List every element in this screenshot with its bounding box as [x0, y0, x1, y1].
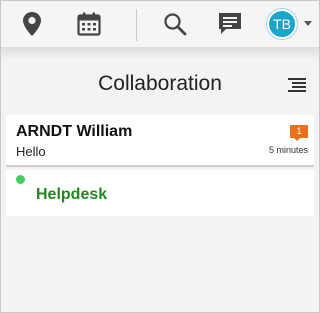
toolbar-divider: [136, 9, 137, 41]
search-icon[interactable]: [159, 9, 191, 39]
map-pin-icon[interactable]: [16, 9, 48, 39]
conversation-time: 5 minutes: [268, 145, 308, 155]
toolbar-shadow: [1, 47, 319, 59]
helpdesk-item[interactable]: Helpdesk: [6, 170, 314, 216]
conversation-item[interactable]: ARNDT William Hello 1 5 minutes: [6, 115, 314, 167]
conversation-message: Hello: [16, 144, 46, 159]
chevron-down-icon[interactable]: [304, 21, 312, 26]
unread-badge: 1: [290, 125, 308, 141]
user-avatar[interactable]: TB: [267, 9, 297, 39]
top-toolbar: TB: [1, 1, 319, 47]
online-status-icon: [16, 175, 25, 184]
helpdesk-label: Helpdesk: [36, 186, 108, 203]
calendar-icon[interactable]: [73, 9, 105, 39]
panel-title: Collaboration: [98, 72, 222, 95]
chat-icon[interactable]: [214, 9, 246, 39]
conversation-name: ARNDT William: [16, 123, 133, 140]
menu-icon[interactable]: [288, 78, 306, 92]
